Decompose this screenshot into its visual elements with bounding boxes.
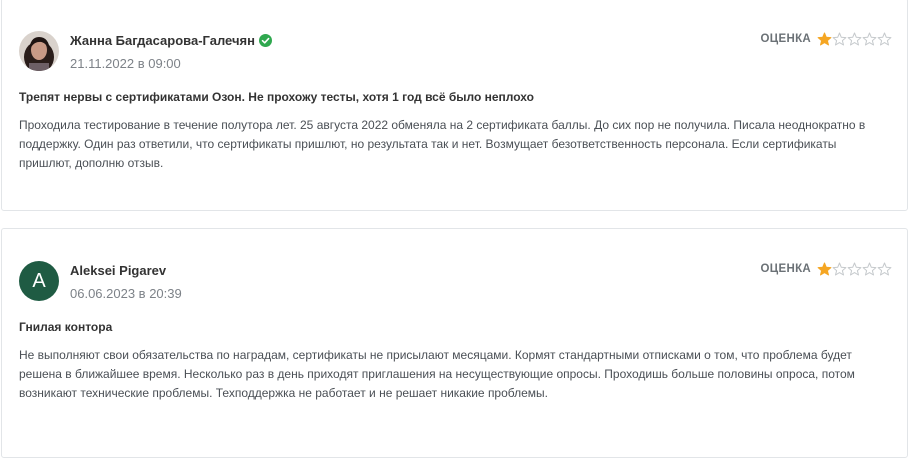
- user-avatar[interactable]: [19, 31, 59, 71]
- verified-check-icon: [258, 34, 272, 47]
- star-empty-icon: [862, 262, 877, 276]
- rating-label: ОЦЕНКА: [760, 263, 811, 275]
- user-avatar[interactable]: A: [19, 261, 59, 301]
- rating-stars: [817, 262, 892, 276]
- star-empty-icon: [877, 262, 892, 276]
- rating: ОЦЕНКА: [761, 32, 892, 46]
- user-photo: [19, 31, 59, 71]
- star-empty-icon: [832, 262, 847, 276]
- star-filled-icon: [817, 32, 832, 46]
- author-name-text: Жанна Багдасарова-Галечян: [70, 33, 255, 48]
- review-card: A Aleksei Pigarev 06.06.2023 в 20:39 ОЦЕ…: [1, 228, 908, 458]
- star-empty-icon: [877, 32, 892, 46]
- review-date: 06.06.2023 в 20:39: [70, 286, 182, 301]
- star-empty-icon: [832, 32, 847, 46]
- rating: ОЦЕНКА: [761, 262, 892, 276]
- rating-stars: [817, 32, 892, 46]
- review-title: Трепят нервы с сертификатами Озон. Не пр…: [19, 90, 534, 104]
- review-text: Не выполняют свои обязательства по награ…: [19, 348, 855, 400]
- rating-label: ОЦЕНКА: [760, 33, 811, 45]
- star-empty-icon: [862, 32, 877, 46]
- review-text: Проходила тестирование в течение полутор…: [19, 118, 866, 170]
- star-filled-icon: [817, 262, 832, 276]
- star-empty-icon: [847, 262, 862, 276]
- star-empty-icon: [847, 32, 862, 46]
- review-title: Гнилая контора: [19, 320, 113, 334]
- review-card: Жанна Багдасарова-Галечян 21.11.2022 в 0…: [1, 0, 908, 211]
- author-name[interactable]: Жанна Багдасарова-Галечян: [70, 33, 272, 48]
- author-name-text: Aleksei Pigarev: [70, 263, 167, 278]
- review-date: 21.11.2022 в 09:00: [70, 56, 181, 71]
- author-name[interactable]: Aleksei Pigarev: [70, 263, 166, 278]
